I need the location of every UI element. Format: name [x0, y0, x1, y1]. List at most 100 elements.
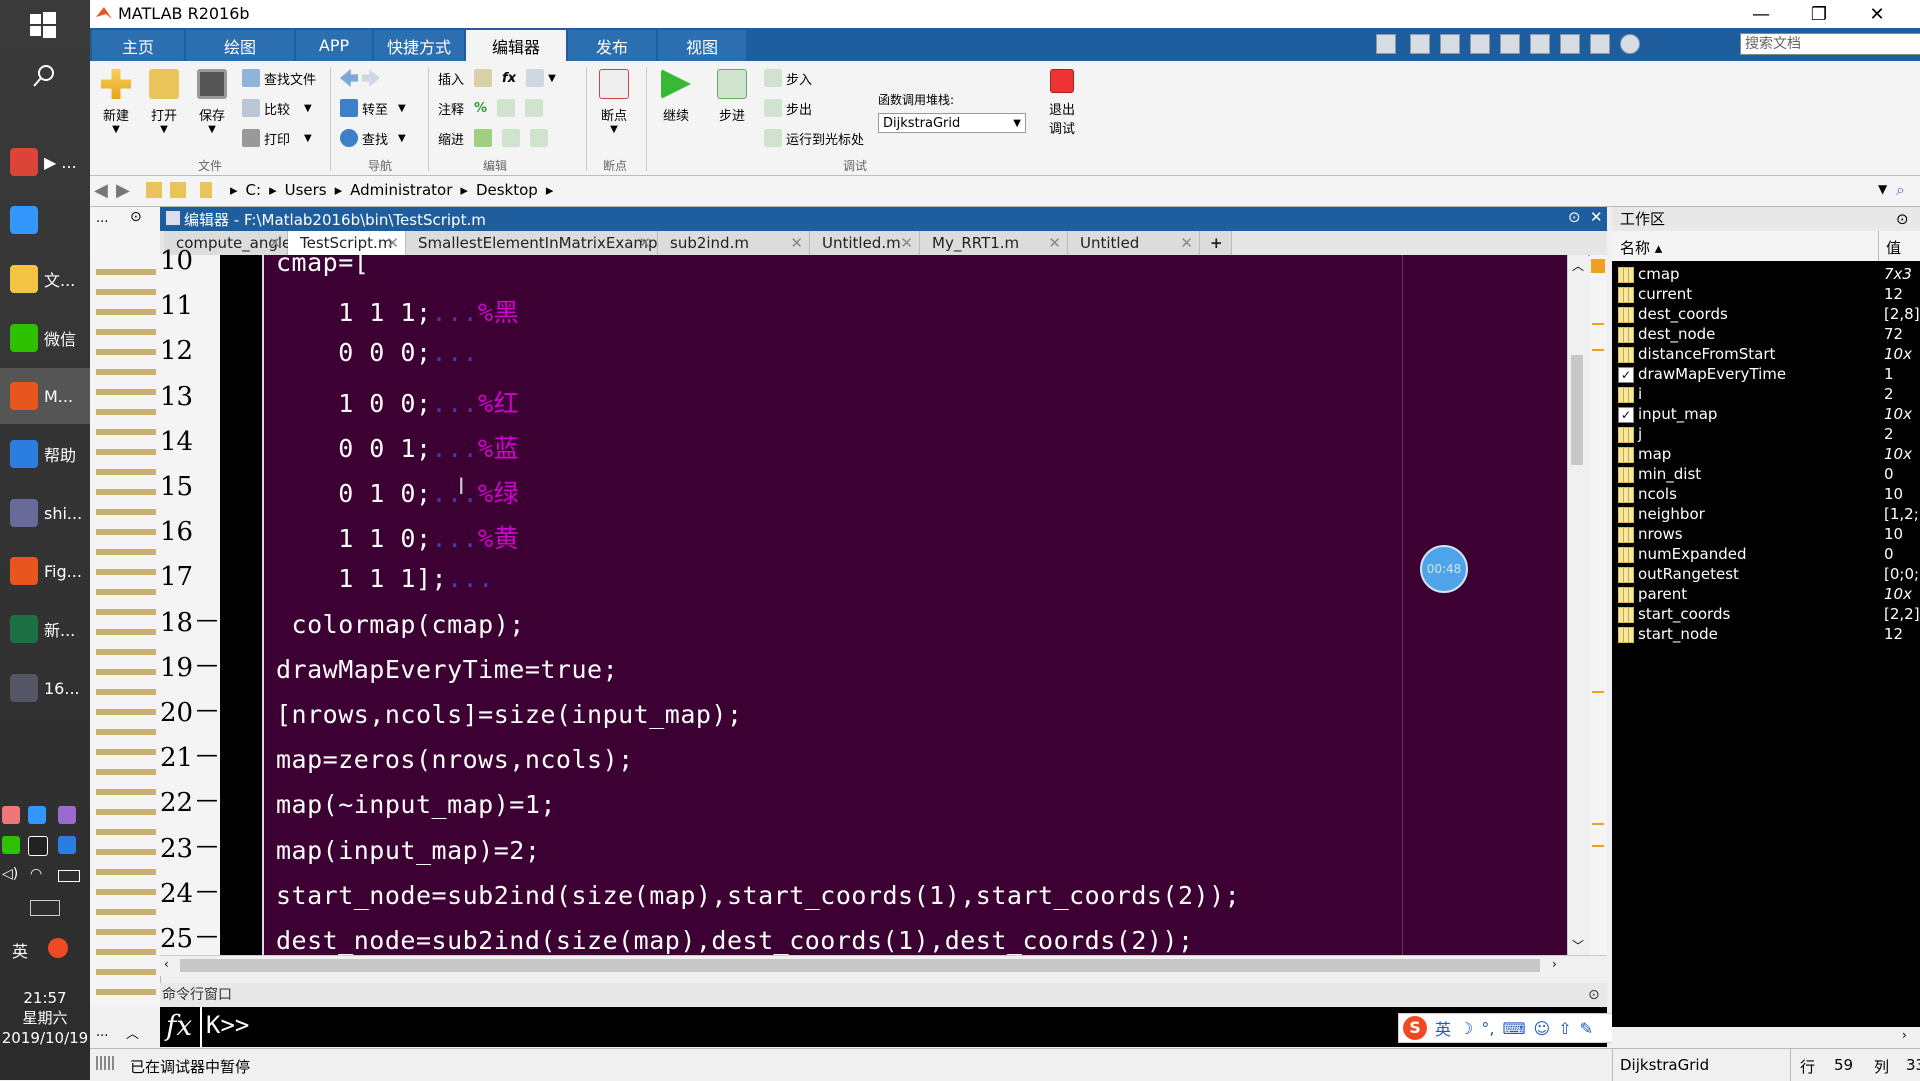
print-button[interactable]: 打印 ▼ — [242, 127, 312, 149]
tray-flower-icon[interactable] — [2, 806, 20, 824]
workspace-variable-row[interactable]: min_dist 0 — [1612, 465, 1920, 485]
close-tab-icon[interactable]: ✕ — [1180, 231, 1193, 255]
tab-1[interactable]: 绘图 — [186, 30, 294, 61]
workspace-variable-row[interactable]: map 10x — [1612, 445, 1920, 465]
goto-button[interactable]: 转至 ▼ — [340, 97, 406, 119]
decrease-indent-icon[interactable] — [530, 129, 549, 147]
quick-access-help-icon[interactable] — [1620, 34, 1640, 54]
breadcrumb-item[interactable]: Users — [285, 181, 327, 199]
editor-tab[interactable]: My_RRT1.m ✕ — [920, 231, 1068, 255]
code-line[interactable]: 1 1 1];... — [276, 564, 494, 593]
code-line[interactable]: colormap(cmap); — [276, 610, 525, 639]
quick-access-layout-icon[interactable] — [1376, 34, 1396, 54]
forward-icon[interactable]: ▶ — [116, 180, 130, 201]
scroll-thumb[interactable] — [1571, 355, 1583, 465]
ime-tools-icon[interactable]: ✎ — [1580, 1019, 1593, 1038]
close-tab-icon[interactable]: ✕ — [1048, 231, 1061, 255]
ime-keyboard-icon[interactable]: ⌨ — [1502, 1019, 1525, 1038]
current-folder-options-icon[interactable]: ⊙ — [130, 209, 142, 225]
workspace-variable-row[interactable]: start_coords [2,2] — [1612, 605, 1920, 625]
column-header-name[interactable]: 名称 ▴ — [1620, 237, 1662, 258]
taskbar-item[interactable]: ▶ ... — [0, 134, 90, 190]
code-line[interactable]: 0 1 0;...%绿 — [276, 474, 519, 510]
fx-icon[interactable]: fx — [502, 71, 516, 86]
run-to-cursor-button[interactable]: 运行到光标处 — [764, 127, 864, 149]
workspace-variable-row[interactable]: dest_node 72 — [1612, 325, 1920, 345]
percent-icon[interactable]: % — [474, 101, 487, 116]
close-tab-icon[interactable]: ✕ — [900, 231, 913, 255]
uncomment-icon[interactable] — [497, 99, 516, 117]
new-button[interactable]: 新建 ▼ — [94, 69, 138, 135]
close-tab-icon[interactable]: ✕ — [638, 231, 651, 255]
workspace-variable-row[interactable]: distanceFromStart 10x — [1612, 345, 1920, 365]
continue-button[interactable]: 继续 — [654, 69, 698, 124]
add-tab-button[interactable]: + — [1200, 231, 1232, 255]
step-out-button[interactable]: 步出 — [764, 97, 812, 119]
find-button[interactable]: 查找 ▼ — [340, 127, 406, 149]
taskbar-item[interactable]: Fig... — [0, 543, 90, 599]
quick-access-cut-icon[interactable] — [1440, 34, 1460, 54]
up-folder-icon[interactable] — [146, 182, 162, 198]
tray-lang[interactable]: 英 — [12, 938, 28, 962]
taskbar-item[interactable]: 文... — [0, 251, 90, 307]
ime-user-icon[interactable]: ☺ — [1534, 1019, 1551, 1038]
workspace-variable-row[interactable]: i2 — [1612, 385, 1920, 405]
workspace-variable-row[interactable]: neighbor [1,2; — [1612, 505, 1920, 525]
quick-access-redo-icon[interactable] — [1560, 34, 1580, 54]
close-tab-icon[interactable]: ✕ — [790, 231, 803, 255]
tab-5[interactable]: 发布 — [568, 30, 656, 61]
executable-line-marker[interactable]: — — [196, 608, 218, 633]
workspace-variable-row[interactable]: nrows 10 — [1612, 525, 1920, 545]
chevron-down-icon[interactable]: ▼ — [1878, 182, 1887, 196]
ime-punct-icon[interactable]: °, — [1481, 1019, 1494, 1038]
code-line[interactable]: 1 1 0;...%黄 — [276, 519, 519, 555]
code-line[interactable]: dest_node=sub2ind(size(map),dest_coords(… — [276, 926, 1194, 955]
workspace-variable-row[interactable]: ✓ input_map 10x — [1612, 405, 1920, 425]
executable-line-marker[interactable]: — — [196, 834, 218, 859]
code-line[interactable]: [nrows,ncols]=size(input_map); — [276, 700, 743, 729]
executable-line-marker[interactable]: — — [196, 743, 218, 768]
taskbar-item[interactable]: 16... — [0, 660, 90, 716]
increase-indent-icon[interactable] — [502, 129, 521, 147]
workspace-variable-row[interactable]: outRangetest [0;0; — [1612, 565, 1920, 585]
ime-moon-icon[interactable]: ☽ — [1459, 1019, 1473, 1038]
more-icon[interactable]: ... — [96, 1025, 108, 1040]
breadcrumb-item[interactable]: Administrator — [350, 181, 452, 199]
scroll-down-icon[interactable]: ﹀ — [1572, 937, 1584, 954]
call-stack-select[interactable]: DijkstraGrid ▼ — [878, 113, 1026, 133]
code-line[interactable]: 0 0 0;... — [276, 338, 478, 367]
search-docs-input[interactable]: 搜索文档 — [1740, 33, 1920, 55]
tray-dingtalk-icon[interactable] — [28, 806, 46, 824]
back-icon[interactable]: ◀ — [94, 180, 108, 201]
quick-access-copy-icon[interactable] — [1470, 34, 1490, 54]
code-line[interactable]: 1 0 0;...%红 — [276, 384, 519, 420]
editor-tab[interactable]: sub2ind.m ✕ — [658, 231, 810, 255]
editor-vertical-scrollbar[interactable]: ︿ ﹀ — [1567, 255, 1588, 955]
breakpoints-button[interactable]: 断点 ▼ — [592, 69, 636, 135]
tray-qq-icon[interactable] — [28, 836, 48, 856]
tray-battery-icon[interactable] — [58, 870, 80, 882]
compare-button[interactable]: 比较 ▼ — [242, 97, 312, 119]
executable-line-marker[interactable]: — — [196, 788, 218, 813]
workspace-variable-row[interactable]: j2 — [1612, 425, 1920, 445]
insert-button[interactable]: 插入 fx ▼ — [438, 67, 556, 89]
search-folder-icon[interactable]: ⌕ — [1896, 180, 1905, 200]
step-in-button[interactable]: 步入 — [764, 67, 812, 89]
open-button[interactable]: 打开 ▼ — [142, 69, 186, 135]
code-line[interactable]: start_node=sub2ind(size(map),start_coord… — [276, 881, 1240, 910]
breakpoint-column[interactable] — [220, 255, 262, 955]
scroll-right-icon[interactable]: › — [1902, 1028, 1907, 1042]
code-line[interactable]: drawMapEveryTime=true; — [276, 655, 618, 684]
workspace-variable-row[interactable]: cmap 7x3 — [1612, 265, 1920, 285]
insert-section-icon[interactable] — [526, 69, 545, 87]
current-folder-menu-icon[interactable]: ... — [96, 211, 108, 226]
breadcrumb-item[interactable]: C: — [246, 181, 262, 199]
tray-volume-icon[interactable]: ◁) — [2, 866, 18, 882]
tray-app-icon[interactable] — [58, 806, 76, 824]
code-line[interactable]: cmap=[ — [276, 248, 369, 277]
taskbar-item[interactable] — [0, 192, 90, 248]
tab-3[interactable]: 快捷方式 — [374, 30, 464, 61]
find-files-button[interactable]: 查找文件 — [242, 67, 316, 89]
workspace-variable-row[interactable]: ncols 10 — [1612, 485, 1920, 505]
tab-0[interactable]: 主页 — [92, 30, 184, 61]
